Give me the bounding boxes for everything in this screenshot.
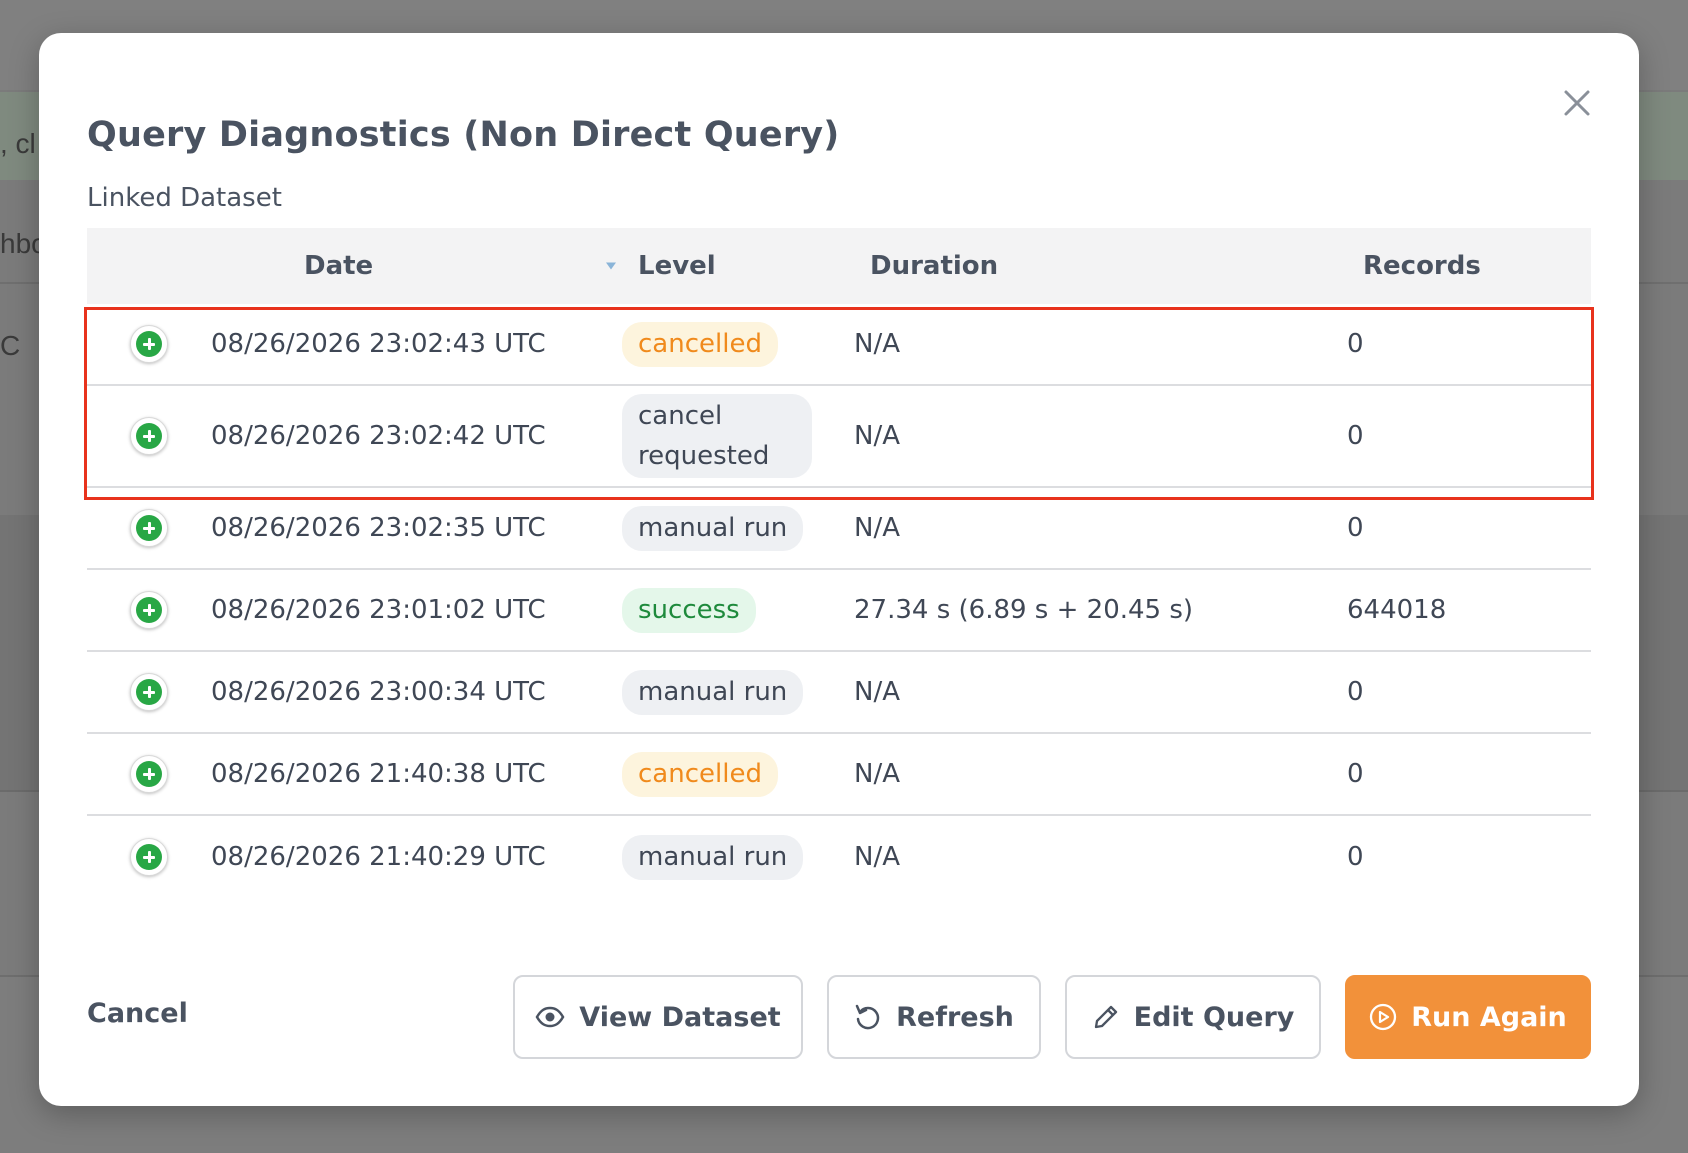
refresh-icon bbox=[854, 1003, 882, 1031]
refresh-button[interactable]: Refresh bbox=[827, 975, 1041, 1059]
expand-row-icon[interactable] bbox=[130, 591, 168, 629]
cell-duration: 27.34 s (6.89 s + 20.45 s) bbox=[854, 595, 1194, 625]
table-row[interactable]: 08/26/2026 23:02:35 UTC manual run N/A 0 bbox=[87, 488, 1591, 570]
table-header: Date Level Duration Records bbox=[87, 228, 1591, 304]
cell-records: 0 bbox=[1347, 421, 1364, 451]
run-again-button[interactable]: Run Again bbox=[1345, 975, 1591, 1059]
refresh-label: Refresh bbox=[896, 1001, 1014, 1033]
background-text-fragment: hbo bbox=[0, 228, 40, 259]
column-header-level[interactable]: Level bbox=[622, 251, 854, 281]
background-text-fragment: C bbox=[0, 330, 21, 361]
expand-row-icon[interactable] bbox=[130, 838, 168, 876]
cancel-button[interactable]: Cancel bbox=[87, 998, 188, 1029]
table-row[interactable]: 08/26/2026 23:02:42 UTC cancel requested… bbox=[87, 386, 1591, 488]
column-header-records[interactable]: Records bbox=[1347, 251, 1591, 281]
cell-records: 644018 bbox=[1347, 595, 1447, 625]
edit-query-button[interactable]: Edit Query bbox=[1065, 975, 1321, 1059]
cell-duration: N/A bbox=[854, 513, 900, 543]
sort-descending-icon[interactable] bbox=[606, 262, 616, 270]
level-badge: success bbox=[622, 587, 756, 633]
column-header-label: Level bbox=[638, 251, 716, 281]
cell-date: 08/26/2026 23:02:43 UTC bbox=[211, 329, 546, 359]
table-row[interactable]: 08/26/2026 23:02:43 UTC cancelled N/A 0 bbox=[87, 304, 1591, 386]
cell-records: 0 bbox=[1347, 677, 1364, 707]
edit-query-label: Edit Query bbox=[1133, 1001, 1295, 1033]
cell-records: 0 bbox=[1347, 842, 1364, 872]
level-badge: cancel requested bbox=[622, 394, 812, 478]
cell-duration: N/A bbox=[854, 842, 900, 872]
column-header-duration[interactable]: Duration bbox=[854, 251, 1347, 281]
cell-duration: N/A bbox=[854, 677, 900, 707]
column-header-label: Records bbox=[1363, 251, 1481, 281]
table-row[interactable]: 08/26/2026 21:40:38 UTC cancelled N/A 0 bbox=[87, 734, 1591, 816]
level-badge: manual run bbox=[622, 834, 804, 880]
cell-records: 0 bbox=[1347, 513, 1364, 543]
cell-date: 08/26/2026 23:01:02 UTC bbox=[211, 595, 546, 625]
level-badge: cancelled bbox=[622, 751, 778, 797]
cell-date: 08/26/2026 23:00:34 UTC bbox=[211, 677, 546, 707]
expand-row-icon[interactable] bbox=[130, 673, 168, 711]
view-dataset-label: View Dataset bbox=[579, 1001, 781, 1033]
column-header-date[interactable]: Date bbox=[211, 251, 622, 281]
cell-duration: N/A bbox=[854, 329, 900, 359]
cell-records: 0 bbox=[1347, 329, 1364, 359]
level-badge: manual run bbox=[622, 669, 804, 715]
expand-row-icon[interactable] bbox=[130, 509, 168, 547]
cell-duration: N/A bbox=[854, 421, 900, 451]
run-again-label: Run Again bbox=[1411, 1001, 1567, 1033]
eye-icon bbox=[535, 1006, 565, 1028]
cell-date: 08/26/2026 21:40:38 UTC bbox=[211, 759, 546, 789]
expand-row-icon[interactable] bbox=[130, 755, 168, 793]
table-row[interactable]: 08/26/2026 21:40:29 UTC manual run N/A 0 bbox=[87, 816, 1591, 898]
close-button[interactable] bbox=[1557, 85, 1597, 125]
table-row[interactable]: 08/26/2026 23:00:34 UTC manual run N/A 0 bbox=[87, 652, 1591, 734]
table-row[interactable]: 08/26/2026 23:01:02 UTC success 27.34 s … bbox=[87, 570, 1591, 652]
column-header-label: Date bbox=[304, 251, 374, 281]
column-header-label: Duration bbox=[870, 251, 999, 281]
background-text-fragment: , cl bbox=[0, 128, 36, 159]
modal-subtitle: Linked Dataset bbox=[87, 183, 282, 213]
view-dataset-button[interactable]: View Dataset bbox=[513, 975, 803, 1059]
level-badge: manual run bbox=[622, 505, 804, 551]
play-circle-icon bbox=[1369, 1003, 1397, 1031]
level-badge: cancelled bbox=[622, 321, 778, 367]
cell-date: 08/26/2026 23:02:42 UTC bbox=[211, 421, 546, 451]
query-diagnostics-modal: Query Diagnostics (Non Direct Query) Lin… bbox=[39, 33, 1639, 1106]
expand-row-icon[interactable] bbox=[130, 417, 168, 455]
expand-row-icon[interactable] bbox=[130, 325, 168, 363]
cell-date: 08/26/2026 23:02:35 UTC bbox=[211, 513, 546, 543]
pencil-icon bbox=[1092, 1003, 1120, 1031]
close-icon bbox=[1563, 89, 1591, 121]
cell-duration: N/A bbox=[854, 759, 900, 789]
cell-records: 0 bbox=[1347, 759, 1364, 789]
cell-date: 08/26/2026 21:40:29 UTC bbox=[211, 842, 546, 872]
diagnostics-table: Date Level Duration Records 08/26/2026 2… bbox=[87, 228, 1591, 898]
modal-title: Query Diagnostics (Non Direct Query) bbox=[87, 115, 840, 155]
